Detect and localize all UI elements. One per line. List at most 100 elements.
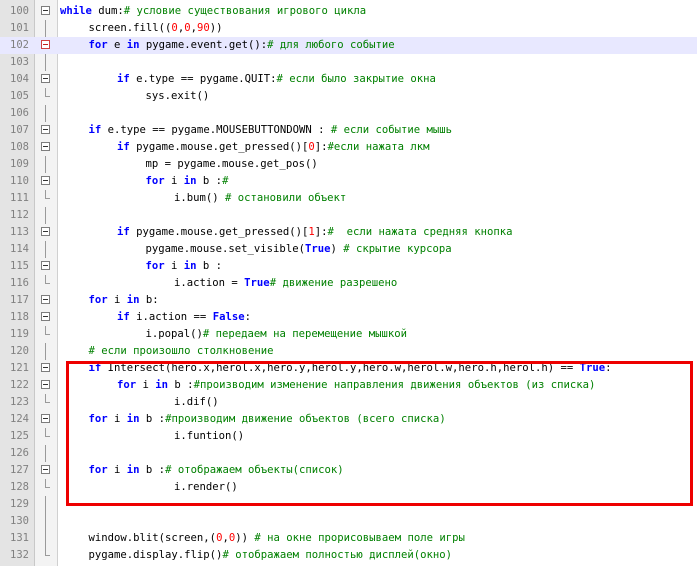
keyword-token: if bbox=[88, 124, 102, 136]
code-text[interactable]: i.dif() bbox=[174, 394, 219, 411]
code-line[interactable]: 121 if Intersect(hero.x,herol.x,hero.y,he… bbox=[0, 360, 697, 377]
code-text[interactable]: for i in b: bbox=[89, 292, 159, 309]
code-text[interactable]: pygame.mouse.set_visible(True) # скрытие… bbox=[146, 241, 452, 258]
fold-end-marker bbox=[45, 555, 50, 556]
fold-guide-line bbox=[45, 54, 46, 71]
comment-token: # если было закрытие окна bbox=[276, 73, 436, 85]
code-line[interactable]: 102 for e in pygame.event.get():# для люб… bbox=[0, 37, 697, 54]
code-text[interactable]: for i in b :#производим движение объекто… bbox=[89, 411, 446, 428]
code-line[interactable]: 113 if pygame.mouse.get_pressed()[1]:# ес… bbox=[0, 224, 697, 241]
fold-guide-line bbox=[45, 105, 46, 122]
keyword-token: in bbox=[183, 260, 197, 272]
code-text[interactable]: for i in b :# отображаем объекты(список) bbox=[89, 462, 344, 479]
code-line[interactable]: 132 pygame.display.flip()# отображаем пол… bbox=[0, 547, 697, 564]
comment-token: # отображаем объекты(список) bbox=[165, 464, 344, 476]
code-text[interactable]: mp = pygame.mouse.get_pos() bbox=[146, 156, 318, 173]
code-text[interactable]: window.blit(screen,(0,0)) # на окне прор… bbox=[89, 530, 465, 547]
line-number: 117 bbox=[10, 294, 29, 306]
line-number: 128 bbox=[10, 481, 29, 493]
code-line[interactable]: 100 while dum:# условие существования игр… bbox=[0, 3, 697, 20]
code-line[interactable]: 114 pygame.mouse.set_visible(True) # скры… bbox=[0, 241, 697, 258]
fold-toggle-icon[interactable] bbox=[41, 380, 50, 389]
fold-toggle-icon[interactable] bbox=[41, 465, 50, 474]
code-line[interactable]: 104 if e.type == pygame.QUIT:# если было … bbox=[0, 71, 697, 88]
code-line[interactable]: 122 for i in b :#производим изменение нап… bbox=[0, 377, 697, 394]
code-line[interactable]: 119 i.popal()# передаем на перемещение мы… bbox=[0, 326, 697, 343]
code-line[interactable]: 108 if pygame.mouse.get_pressed()[0]:#есл… bbox=[0, 139, 697, 156]
fold-toggle-icon[interactable] bbox=[41, 295, 50, 304]
keyword-token: in bbox=[126, 464, 140, 476]
code-token: screen.fill(( bbox=[88, 22, 172, 34]
code-line[interactable]: 126 bbox=[0, 445, 697, 462]
code-text[interactable]: if i.action == False: bbox=[117, 309, 251, 326]
code-text[interactable]: i.funtion() bbox=[174, 428, 244, 445]
code-token: pygame.display.flip() bbox=[88, 549, 223, 561]
fold-end-marker bbox=[45, 402, 50, 403]
code-token: b: bbox=[139, 294, 159, 306]
code-text[interactable]: i.action = True# движение разрешено bbox=[174, 275, 397, 292]
comment-token: #если нажата лкм bbox=[327, 141, 430, 153]
fold-toggle-icon[interactable] bbox=[41, 176, 50, 185]
code-token: i bbox=[107, 413, 127, 425]
code-line[interactable]: 115 for i in b : bbox=[0, 258, 697, 275]
code-text[interactable]: if Intersect(hero.x,herol.x,hero.y,herol… bbox=[89, 360, 612, 377]
code-line[interactable]: 107 if e.type == pygame.MOUSEBUTTONDOWN :… bbox=[0, 122, 697, 139]
code-line[interactable]: 120 # если произошло столкновение bbox=[0, 343, 697, 360]
code-line[interactable]: 112 bbox=[0, 207, 697, 224]
code-token: e.type == pygame.QUIT: bbox=[129, 73, 277, 85]
code-line[interactable]: 111 i.bum() # остановили объект bbox=[0, 190, 697, 207]
code-text[interactable]: i.render() bbox=[174, 479, 238, 496]
fold-toggle-icon[interactable] bbox=[41, 414, 50, 423]
fold-toggle-icon[interactable] bbox=[41, 312, 50, 321]
code-line[interactable]: 127 for i in b :# отображаем объекты(спис… bbox=[0, 462, 697, 479]
code-text[interactable]: for i in b :#производим изменение направ… bbox=[117, 377, 595, 394]
code-text[interactable]: if e.type == pygame.MOUSEBUTTONDOWN : # … bbox=[89, 122, 453, 139]
code-token: pygame.mouse.get_pressed()[ bbox=[129, 141, 309, 153]
code-text[interactable]: pygame.display.flip()# отображаем полнос… bbox=[89, 547, 453, 564]
code-token: ]: bbox=[314, 226, 328, 238]
fold-toggle-icon[interactable] bbox=[41, 40, 50, 49]
code-text[interactable]: screen.fill((0,0,90)) bbox=[89, 20, 223, 37]
code-token: Intersect(hero.x,herol.x,hero.y,herol.y,… bbox=[101, 362, 580, 374]
line-number: 110 bbox=[10, 175, 29, 187]
fold-toggle-icon[interactable] bbox=[41, 142, 50, 151]
code-text[interactable]: for i in b : bbox=[146, 258, 223, 275]
code-line[interactable]: 128 i.render() bbox=[0, 479, 697, 496]
code-line[interactable]: 129 bbox=[0, 496, 697, 513]
code-line[interactable]: 124 for i in b :#производим движение объе… bbox=[0, 411, 697, 428]
code-text[interactable]: sys.exit() bbox=[146, 88, 210, 105]
code-editor[interactable]: 100 while dum:# условие существования игр… bbox=[0, 0, 697, 566]
code-text[interactable]: if pygame.mouse.get_pressed()[0]:#если н… bbox=[117, 139, 430, 156]
keyword-token: for bbox=[88, 464, 108, 476]
code-line[interactable]: 109 mp = pygame.mouse.get_pos() bbox=[0, 156, 697, 173]
code-line[interactable]: 118 if i.action == False: bbox=[0, 309, 697, 326]
code-text[interactable]: for i in b :# bbox=[146, 173, 229, 190]
code-line[interactable]: 106 bbox=[0, 105, 697, 122]
code-token: i.bum() bbox=[174, 192, 226, 204]
code-line[interactable]: 130 bbox=[0, 513, 697, 530]
code-line[interactable]: 131 window.blit(screen,(0,0)) # на окне п… bbox=[0, 530, 697, 547]
code-text[interactable]: if pygame.mouse.get_pressed()[1]:# если … bbox=[117, 224, 512, 241]
code-line[interactable]: 105 sys.exit() bbox=[0, 88, 697, 105]
fold-toggle-icon[interactable] bbox=[41, 125, 50, 134]
code-text[interactable]: i.popal()# передаем на перемещение мышко… bbox=[146, 326, 408, 343]
code-text[interactable]: while dum:# условие существования игрово… bbox=[60, 3, 366, 20]
code-line[interactable]: 117 for i in b: bbox=[0, 292, 697, 309]
code-line[interactable]: 123 i.dif() bbox=[0, 394, 697, 411]
code-line[interactable]: 103 bbox=[0, 54, 697, 71]
fold-toggle-icon[interactable] bbox=[41, 74, 50, 83]
comment-token: # если произошло столкновение bbox=[88, 345, 274, 357]
code-line[interactable]: 110 for i in b :# bbox=[0, 173, 697, 190]
code-line[interactable]: 125 i.funtion() bbox=[0, 428, 697, 445]
fold-toggle-icon[interactable] bbox=[41, 227, 50, 236]
code-text[interactable]: i.bum() # остановили объект bbox=[174, 190, 346, 207]
code-line[interactable]: 116 i.action = True# движение разрешено bbox=[0, 275, 697, 292]
code-text[interactable]: # если произошло столкновение bbox=[89, 343, 274, 360]
code-line[interactable]: 101 screen.fill((0,0,90)) bbox=[0, 20, 697, 37]
fold-toggle-icon[interactable] bbox=[41, 363, 50, 372]
code-text[interactable]: for e in pygame.event.get():# для любого… bbox=[89, 37, 395, 54]
code-token: b : bbox=[196, 260, 223, 272]
fold-toggle-icon[interactable] bbox=[41, 6, 50, 15]
fold-toggle-icon[interactable] bbox=[41, 261, 50, 270]
code-text[interactable]: if e.type == pygame.QUIT:# если было зак… bbox=[117, 71, 436, 88]
